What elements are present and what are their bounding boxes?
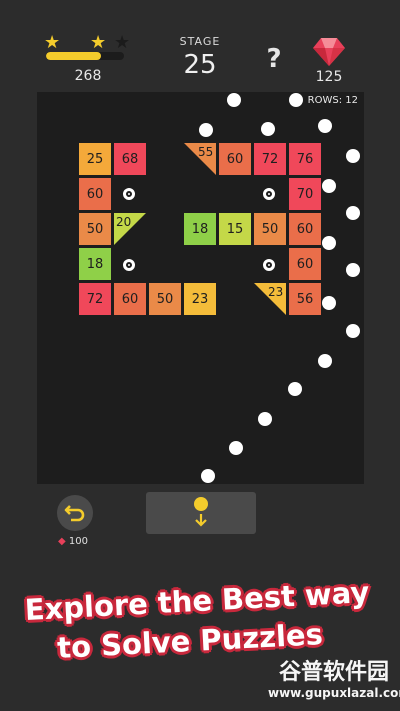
block-value: 25	[86, 151, 104, 167]
block-value: 55	[198, 145, 214, 159]
block-value: 60	[86, 186, 104, 202]
block-value: 56	[296, 291, 314, 307]
trajectory-ball	[227, 93, 241, 107]
ball-drop-icon	[194, 497, 208, 527]
number-block: 15	[219, 213, 251, 245]
trajectory-ball	[201, 469, 215, 483]
triangle-block: 20	[114, 213, 146, 245]
trajectory-ball	[346, 324, 360, 338]
extra-ball-ring	[123, 259, 135, 271]
extra-ball-ring	[123, 188, 135, 200]
gem-count: 125	[315, 69, 343, 85]
block-value: 23	[191, 291, 209, 307]
undo-cost: ◆ 100	[58, 536, 108, 547]
score-progress-bar	[46, 52, 124, 60]
watermark-name: 谷普软件园	[278, 660, 389, 685]
number-block: 70	[289, 178, 321, 210]
help-button[interactable]: ?	[260, 44, 288, 74]
undo-arrow-icon	[64, 505, 85, 522]
trajectory-ball	[261, 122, 275, 136]
number-block: 76	[289, 143, 321, 175]
trajectory-ball	[322, 296, 336, 310]
stage-label: STAGE	[179, 35, 221, 48]
star-icon-1: ★	[44, 32, 61, 53]
block-value: 60	[121, 291, 139, 307]
block-value: 60	[226, 151, 244, 167]
block-value: 76	[296, 151, 314, 167]
trajectory-ball	[346, 149, 360, 163]
block-value: 50	[156, 291, 174, 307]
trajectory-ball	[289, 93, 303, 107]
triangle-block: 55	[184, 143, 216, 175]
extra-ball-ring	[263, 188, 275, 200]
gem-icon	[313, 38, 345, 66]
undo-button[interactable]	[57, 495, 93, 531]
number-block: 60	[289, 213, 321, 245]
game-board[interactable]: ROWS: 12 25 68 60 72 76 60 70 50 18 15 5…	[37, 92, 364, 484]
trajectory-ball	[322, 179, 336, 193]
block-value: 70	[296, 186, 314, 202]
star-icon-2: ★	[90, 32, 107, 53]
score-progress-fill	[46, 52, 101, 60]
gem-icon: ◆	[58, 536, 66, 547]
block-value: 50	[261, 221, 279, 237]
number-block: 50	[254, 213, 286, 245]
score-value: 268	[74, 68, 102, 84]
number-block: 18	[79, 248, 111, 280]
block-value: 72	[261, 151, 279, 167]
trajectory-ball	[346, 206, 360, 220]
number-block: 50	[149, 283, 181, 315]
undo-cost-value: 100	[68, 536, 88, 547]
number-block: 72	[79, 283, 111, 315]
trajectory-ball	[318, 119, 332, 133]
block-value: 72	[86, 291, 104, 307]
number-block: 68	[114, 143, 146, 175]
promo-banner: Explore the Best way to Solve Puzzles	[0, 575, 400, 665]
block-value: 18	[86, 256, 104, 272]
number-block: 56	[289, 283, 321, 315]
number-block: 60	[114, 283, 146, 315]
block-value: 68	[121, 151, 139, 167]
watermark: 谷普软件园 www.gupuxlazal.com	[268, 654, 400, 709]
stage-number: 25	[183, 50, 217, 80]
block-value: 20	[116, 215, 132, 229]
trajectory-ball	[199, 123, 213, 137]
block-value: 60	[296, 256, 314, 272]
extra-ball-ring	[263, 259, 275, 271]
trajectory-ball	[288, 382, 302, 396]
watermark-url: www.gupuxlazal.com	[268, 686, 400, 700]
number-block: 60	[219, 143, 251, 175]
number-block: 60	[289, 248, 321, 280]
block-value: 23	[268, 285, 284, 299]
number-block: 25	[79, 143, 111, 175]
star-rating: ★ ★ ★	[40, 34, 130, 54]
number-block: 60	[79, 178, 111, 210]
number-block: 18	[184, 213, 216, 245]
block-value: 60	[296, 221, 314, 237]
drop-balls-button[interactable]	[146, 492, 256, 534]
number-block: 23	[184, 283, 216, 315]
trajectory-ball	[322, 236, 336, 250]
trajectory-ball	[229, 441, 243, 455]
trajectory-ball	[258, 412, 272, 426]
trajectory-ball	[346, 263, 360, 277]
block-value: 18	[191, 221, 209, 237]
number-block: 72	[254, 143, 286, 175]
block-value: 15	[226, 221, 244, 237]
trajectory-ball	[318, 354, 332, 368]
number-block: 50	[79, 213, 111, 245]
block-value: 50	[86, 221, 104, 237]
star-icon-3: ★	[114, 32, 131, 53]
triangle-block: 23	[254, 283, 286, 315]
gem-counter: 125	[305, 36, 353, 88]
rows-counter: ROWS: 12	[307, 95, 358, 106]
